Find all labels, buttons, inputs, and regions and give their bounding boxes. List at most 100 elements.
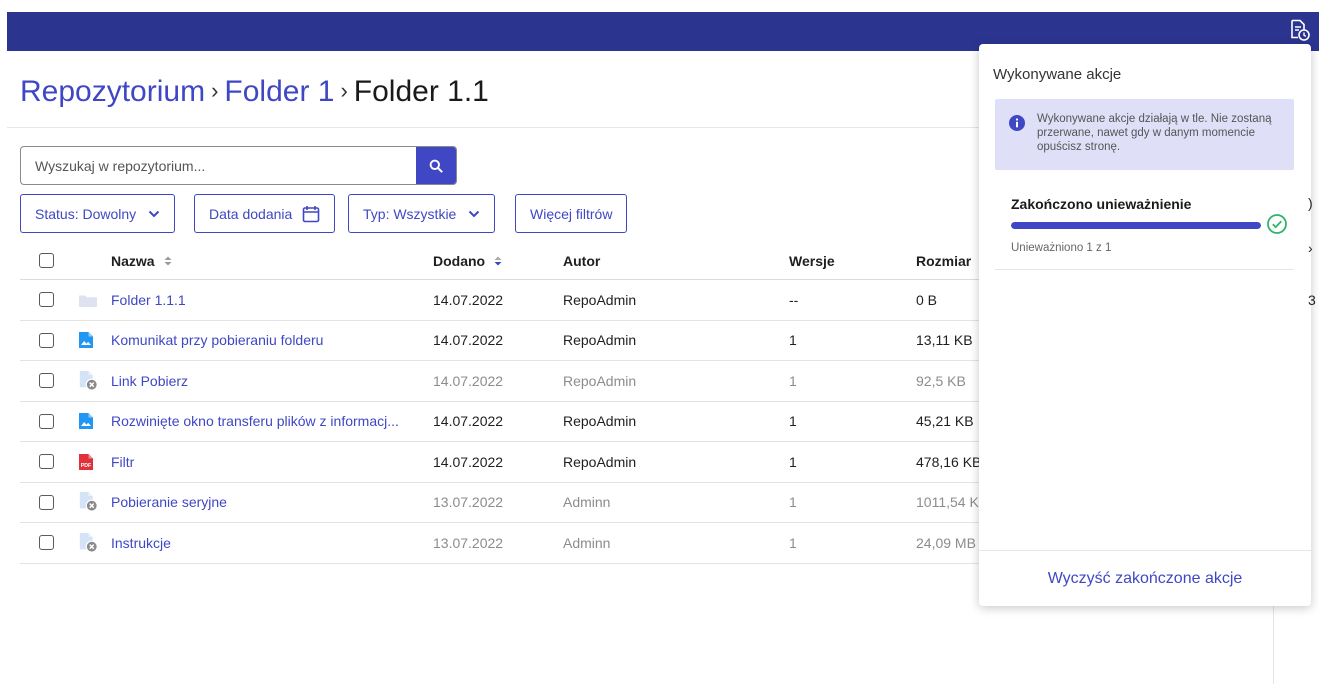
row-name-cell: Folder 1.1.1 [111, 280, 186, 320]
row-added: 13.07.2022 [433, 494, 504, 511]
file-clock-icon[interactable] [1287, 18, 1311, 42]
row-name-cell: Instrukcje [111, 523, 171, 563]
page-title: Folder 1.1 [353, 75, 489, 108]
info-icon [1009, 115, 1025, 131]
file-name-link[interactable]: Komunikat przy pobieraniu folderu [111, 332, 323, 348]
search-box [20, 146, 457, 185]
row-checkbox[interactable] [39, 454, 54, 470]
invalidated-file-icon [78, 523, 100, 563]
pdf-file-icon: PDF [78, 442, 100, 482]
row-author: RepoAdmin [563, 372, 637, 389]
row-name-cell: Link Pobierz [111, 361, 188, 401]
file-name-link[interactable]: Filtr [111, 454, 134, 470]
row-name-cell: Pobieranie seryjne [111, 483, 227, 523]
table-row[interactable]: PDF Filtr 14.07.2022 RepoAdmin 1 478,16 KB [20, 442, 1000, 483]
row-versions: 1 [789, 332, 797, 349]
row-size: 92,5 KB [916, 372, 966, 389]
row-author: RepoAdmin [563, 413, 637, 430]
row-versions: 1 [789, 494, 797, 511]
row-checkbox[interactable] [39, 373, 54, 389]
file-name-link[interactable]: Pobieranie seryjne [111, 494, 227, 510]
row-author: Adminn [563, 494, 611, 511]
row-size: 0 B [916, 291, 938, 308]
row-size: 1011,54 K [916, 494, 979, 511]
sort-desc-icon [493, 255, 503, 267]
row-checkbox[interactable] [39, 535, 54, 551]
breadcrumb-repozytorium[interactable]: Repozytorium [20, 75, 205, 108]
column-name-label: Nazwa [111, 252, 155, 269]
row-checkbox[interactable] [39, 413, 54, 429]
type-filter-label: Typ: Wszystkie [363, 205, 457, 222]
row-author: RepoAdmin [563, 453, 637, 470]
calendar-icon [302, 205, 320, 223]
row-author: Adminn [563, 534, 611, 551]
clear-finished-button[interactable]: Wyczyść zakończone akcje [979, 551, 1311, 606]
sort-icon [163, 255, 173, 267]
row-added: 14.07.2022 [433, 291, 504, 308]
task-subtitle: Unieważniono 1 z 1 [1011, 242, 1112, 254]
edge-fragment: › [1308, 240, 1313, 256]
more-filters-button[interactable]: Więcej filtrów [515, 194, 628, 233]
row-size: 45,21 KB [916, 413, 974, 430]
edge-fragment: 3 [1308, 292, 1316, 308]
breadcrumb: Repozytorium › Folder 1 › Folder 1.1 [20, 72, 489, 114]
info-text: Wykonywane akcje działają w tle. Nie zos… [1037, 113, 1272, 153]
column-name[interactable]: Nazwa [111, 242, 173, 279]
table-row[interactable]: Komunikat przy pobieraniu folderu 14.07.2… [20, 321, 1000, 361]
row-checkbox-cell [39, 483, 54, 523]
breadcrumb-folder-1[interactable]: Folder 1 [224, 75, 334, 108]
file-name-link[interactable]: Link Pobierz [111, 373, 188, 389]
chevron-down-icon [468, 210, 480, 218]
select-all-checkbox[interactable] [39, 253, 54, 268]
row-versions: -- [789, 291, 799, 308]
table-header: Nazwa Dodano Autor Wersje Rozmiar [20, 242, 1000, 280]
breadcrumb-separator: › [340, 78, 348, 103]
row-added: 14.07.2022 [433, 413, 504, 430]
actions-panel-title: Wykonywane akcje [993, 66, 1122, 83]
file-table: Nazwa Dodano Autor Wersje Rozmiar Folder… [20, 242, 1000, 564]
row-checkbox-cell [39, 321, 54, 361]
table-row[interactable]: Rozwinięte okno transferu plików z infor… [20, 402, 1000, 442]
actions-panel: Wykonywane akcje Wykonywane akcje działa… [979, 44, 1311, 606]
row-name-cell: Filtr [111, 442, 134, 482]
row-checkbox-cell [39, 402, 54, 442]
date-filter[interactable]: Data dodania [194, 194, 336, 233]
row-checkbox[interactable] [39, 332, 54, 348]
row-author: RepoAdmin [563, 332, 637, 349]
row-checkbox-cell [39, 442, 54, 482]
table-row[interactable]: Folder 1.1.1 14.07.2022 RepoAdmin -- 0 B [20, 280, 1000, 321]
file-name-link[interactable]: Rozwinięte okno transferu plików z infor… [111, 413, 399, 429]
column-added-label: Dodano [433, 252, 486, 269]
image-file-icon [78, 402, 100, 442]
task-item: Zakończono unieważnienie Unieważniono 1 … [1011, 196, 1293, 254]
row-name-cell: Komunikat przy pobieraniu folderu [111, 321, 323, 361]
column-size: Rozmiar [916, 252, 972, 269]
task-title: Zakończono unieważnienie [1011, 196, 1192, 212]
row-added: 14.07.2022 [433, 332, 504, 349]
row-name-cell: Rozwinięte okno transferu plików z infor… [111, 402, 399, 442]
row-checkbox[interactable] [39, 292, 54, 308]
check-circle-icon [1267, 214, 1287, 234]
table-row[interactable]: Pobieranie seryjne 13.07.2022 Adminn 1 1011,… [20, 483, 1000, 523]
row-checkbox[interactable] [39, 494, 54, 510]
image-file-icon [78, 321, 100, 361]
row-versions: 1 [789, 413, 797, 430]
file-name-link[interactable]: Instrukcje [111, 535, 171, 551]
search-button[interactable] [416, 147, 456, 184]
row-checkbox-cell [39, 361, 54, 401]
file-name-link[interactable]: Folder 1.1.1 [111, 292, 186, 308]
status-filter[interactable]: Status: Dowolny [20, 194, 176, 233]
row-size: 13,11 KB [916, 332, 973, 349]
invalidated-file-icon [78, 361, 100, 401]
column-versions: Wersje [789, 252, 835, 269]
table-row[interactable]: Instrukcje 13.07.2022 Adminn 1 24,09 MB [20, 523, 1000, 564]
row-size: 24,09 MB [916, 534, 976, 551]
date-filter-label: Data dodania [209, 205, 293, 222]
table-row[interactable]: Link Pobierz 14.07.2022 RepoAdmin 1 92,5 KB [20, 361, 1000, 402]
row-added: 14.07.2022 [433, 372, 504, 389]
type-filter[interactable]: Typ: Wszystkie [348, 194, 496, 233]
breadcrumb-separator: › [211, 78, 219, 103]
search-input[interactable] [21, 147, 416, 184]
column-added[interactable]: Dodano [433, 242, 503, 279]
more-filters-label: Więcej filtrów [530, 205, 613, 222]
